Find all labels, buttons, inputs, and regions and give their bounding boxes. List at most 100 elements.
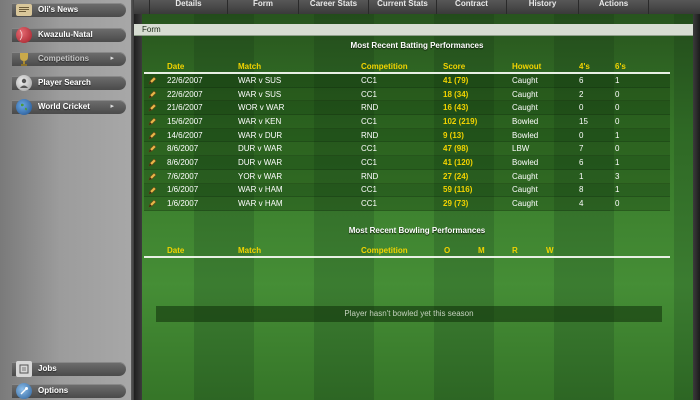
cell-competition: CC1 — [361, 157, 378, 167]
cell-date: 8/6/2007 — [167, 144, 199, 154]
panel-edge — [134, 14, 142, 400]
cell-fours: 7 — [579, 144, 584, 154]
tab-history[interactable]: History — [507, 0, 579, 14]
empty-state-message: Player hasn't bowled yet this season — [156, 306, 662, 322]
col-header-match: Match — [238, 62, 262, 71]
cell-competition: CC1 — [361, 116, 378, 126]
player-search-icon — [16, 75, 32, 91]
col-header-wickets: W — [546, 246, 554, 255]
table-row[interactable]: 22/6/2007 WAR v SUS CC1 18 (34) Caught 2 0 — [144, 87, 670, 102]
cell-competition: RND — [361, 130, 379, 140]
cell-sixes: 0 — [615, 116, 620, 126]
table-row[interactable]: 21/6/2007 WOR v WAR RND 16 (43) Caught 0 0 — [144, 101, 670, 116]
cell-howout: Bowled — [512, 130, 539, 140]
sidebar-item-label: Oli's News — [38, 5, 79, 14]
cell-date: 8/6/2007 — [167, 157, 199, 167]
pencil-icon[interactable] — [148, 103, 157, 112]
col-header-fours: 4's — [579, 62, 590, 71]
cell-sixes: 1 — [615, 75, 620, 85]
sidebar-item-news[interactable]: Oli's News — [0, 0, 128, 20]
tab-career-stats[interactable]: Career Stats — [299, 0, 369, 14]
cell-howout: Caught — [512, 89, 538, 99]
cell-score: 41 (79) — [443, 75, 469, 85]
pencil-icon[interactable] — [148, 90, 157, 99]
cell-competition: RND — [361, 103, 379, 113]
table-row[interactable]: 22/6/2007 WAR v SUS CC1 41 (79) Caught 6 1 — [144, 74, 670, 88]
cell-score: 18 (34) — [443, 89, 469, 99]
cell-fours: 1 — [579, 171, 584, 181]
sidebar-item-world-cricket[interactable]: World Cricket ▸ — [0, 97, 128, 117]
pencil-icon[interactable] — [148, 186, 157, 195]
cell-date: 22/6/2007 — [167, 75, 203, 85]
cell-date: 1/6/2007 — [167, 199, 199, 209]
tab-form[interactable]: Form — [228, 0, 299, 14]
tab-details[interactable]: Details — [150, 0, 228, 14]
cell-competition: RND — [361, 171, 379, 181]
cell-fours: 6 — [579, 75, 584, 85]
header-divider — [144, 256, 670, 258]
table-row[interactable]: 1/6/2007 WAR v HAM CC1 59 (116) Caught 8 1 — [144, 183, 670, 198]
cell-howout: Bowled — [512, 157, 539, 167]
pencil-icon[interactable] — [148, 76, 157, 85]
table-row[interactable]: 14/6/2007 WAR v DUR RND 9 (13) Bowled 0 1 — [144, 128, 670, 143]
col-header-competition: Competition — [361, 246, 408, 255]
cell-score: 16 (43) — [443, 103, 469, 113]
sidebar-item-player-search[interactable]: Player Search — [0, 73, 128, 93]
cell-fours: 4 — [579, 199, 584, 209]
cell-match: WAR v SUS — [238, 89, 282, 99]
cell-sixes: 0 — [615, 89, 620, 99]
cell-competition: CC1 — [361, 75, 378, 85]
pencil-icon[interactable] — [148, 199, 157, 208]
cell-howout: Caught — [512, 171, 538, 181]
cell-date: 7/6/2007 — [167, 171, 199, 181]
batting-table: 22/6/2007 WAR v SUS CC1 41 (79) Caught 6 1 22/6… — [144, 74, 670, 211]
table-row[interactable]: 8/6/2007 DUR v WAR CC1 41 (120) Bowled 6 1 — [144, 156, 670, 170]
cell-fours: 6 — [579, 157, 584, 167]
cell-howout: Caught — [512, 185, 538, 195]
cell-score: 27 (24) — [443, 171, 469, 181]
cell-sixes: 3 — [615, 171, 620, 181]
sidebar-item-team[interactable]: Kwazulu-Natal — [0, 25, 128, 45]
cell-fours: 2 — [579, 89, 584, 99]
sidebar-item-label: Jobs — [38, 364, 57, 373]
cell-competition: CC1 — [361, 144, 378, 154]
tab-actions[interactable]: Actions — [579, 0, 649, 14]
cell-howout: Caught — [512, 199, 538, 209]
pencil-icon[interactable] — [148, 144, 157, 153]
sidebar: Oli's News Kwazulu-Natal Competitions ▸ … — [0, 0, 134, 400]
tab-current-stats[interactable]: Current Stats — [369, 0, 437, 14]
cell-date: 1/6/2007 — [167, 185, 199, 195]
cell-sixes: 0 — [615, 199, 620, 209]
sidebar-item-jobs[interactable]: Jobs — [0, 359, 128, 379]
pencil-icon[interactable] — [148, 158, 157, 167]
cell-score: 41 (120) — [443, 157, 473, 167]
chevron-right-icon: ▸ — [110, 103, 114, 110]
tab-spacer — [134, 0, 150, 14]
col-header-date: Date — [167, 62, 185, 71]
table-row[interactable]: 15/6/2007 WAR v KEN CC1 102 (219) Bowled 15 0 — [144, 115, 670, 129]
jobs-icon — [16, 361, 32, 377]
cell-score: 102 (219) — [443, 116, 478, 126]
col-header-maidens: M — [478, 246, 485, 255]
col-header-runs: R — [512, 246, 518, 255]
pencil-icon[interactable] — [148, 117, 157, 126]
cell-howout: Caught — [512, 103, 538, 113]
trophy-icon — [16, 51, 32, 67]
bowling-title: Most Recent Bowling Performances — [348, 226, 486, 235]
tab-contract[interactable]: Contract — [437, 0, 507, 14]
pencil-icon[interactable] — [148, 131, 157, 140]
cell-match: WAR v HAM — [238, 199, 283, 209]
col-header-howout: Howout — [512, 62, 542, 71]
cell-sixes: 0 — [615, 144, 620, 154]
cell-howout: Caught — [512, 75, 538, 85]
sidebar-item-options[interactable]: Options — [0, 381, 128, 400]
pencil-icon[interactable] — [148, 172, 157, 181]
cell-fours: 8 — [579, 185, 584, 195]
table-row[interactable]: 1/6/2007 WAR v HAM CC1 29 (73) Caught 4 0 — [144, 197, 670, 211]
table-row[interactable]: 7/6/2007 YOR v WAR RND 27 (24) Caught 1 3 — [144, 169, 670, 184]
table-row[interactable]: 8/6/2007 DUR v WAR CC1 47 (98) LBW 7 0 — [144, 142, 670, 157]
cell-match: WAR v DUR — [238, 130, 283, 140]
sidebar-item-competitions[interactable]: Competitions ▸ — [0, 49, 128, 69]
sidebar-item-label: World Cricket — [38, 102, 90, 111]
chevron-right-icon: ▸ — [110, 55, 114, 62]
